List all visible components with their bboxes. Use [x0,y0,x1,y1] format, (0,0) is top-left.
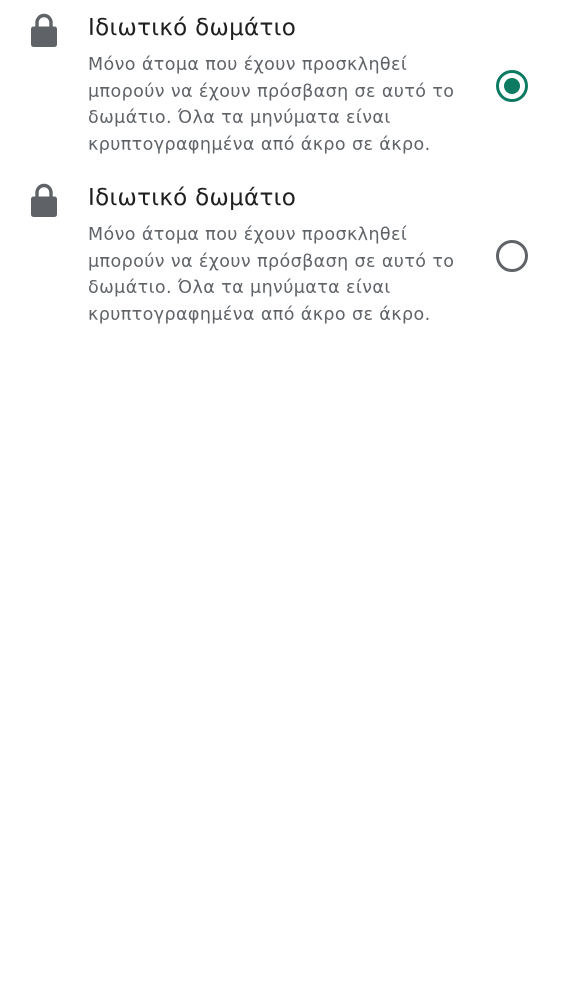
option-description-line: δωμάτιο. Όλα τα μηνύματα είναι [88,108,391,129]
option-description-line: κρυπτογραφημένα από άκρο σε άκρο. [88,305,431,326]
option-description-line: μπορούν να έχουν πρόσβαση σε αυτό το [88,251,455,272]
option-description-line: Μόνο άτομα που έχουν προσκληθεί [88,225,408,245]
radio-button-unselected[interactable] [496,240,528,272]
option-description-line: Μόνο άτομα που έχουν προσκληθεί [88,55,408,75]
lock-icon [31,13,57,47]
radio-dot [504,78,520,94]
option-description: Μόνο άτομα που έχουν προσκληθεί μπορούν … [88,222,473,329]
option-description-line: δωμάτιο. Όλα τα μηνύματα είναι [88,278,391,299]
option-title: Ιδιωτικό δωμάτιο [88,15,297,41]
room-type-option-private-2[interactable]: Ιδιωτικό δωμάτιο Μόνο άτομα που έχουν πρ… [0,170,562,330]
lock-icon [31,183,57,217]
option-description-line: κρυπτογραφημένα από άκρο σε άκρο. [88,135,431,156]
room-type-option-private-1[interactable]: Ιδιωτικό δωμάτιο Μόνο άτομα που έχουν πρ… [0,0,562,160]
radio-button-selected[interactable] [496,70,528,102]
option-description-line: μπορούν να έχουν πρόσβαση σε αυτό το [88,81,455,102]
option-title: Ιδιωτικό δωμάτιο [88,185,297,211]
option-description: Μόνο άτομα που έχουν προσκληθεί μπορούν … [88,52,473,159]
